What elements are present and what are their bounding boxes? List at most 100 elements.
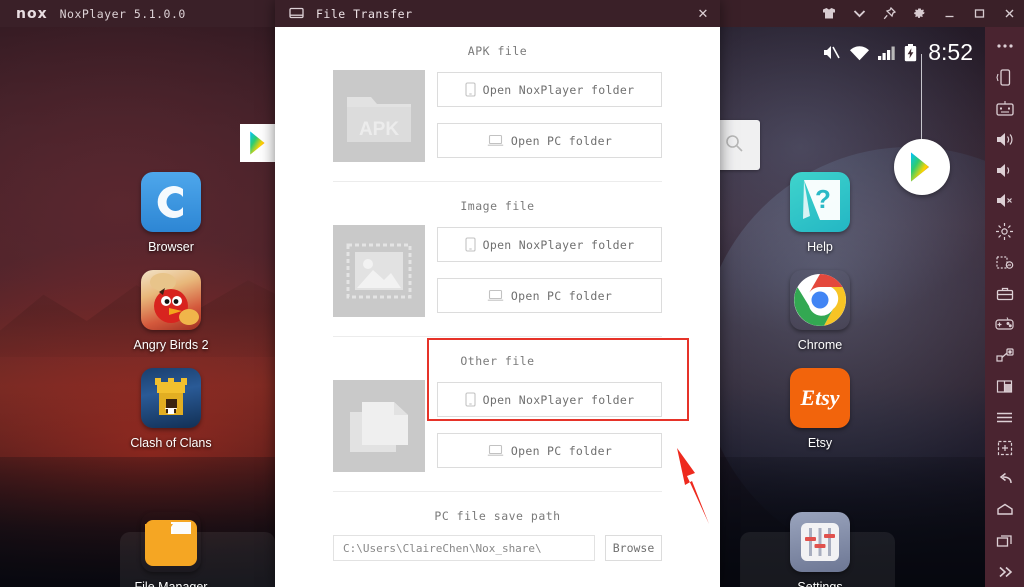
- recents-icon[interactable]: [985, 525, 1024, 556]
- play-store-icon: [911, 152, 929, 182]
- etsy-wordmark: Etsy: [800, 385, 840, 410]
- screen-root: 8:52 Browser Angry Birds 2 Clash of Clan…: [0, 0, 1024, 587]
- volume-mute-icon[interactable]: [985, 185, 1024, 216]
- laptop-icon: [487, 134, 504, 147]
- open-pc-folder-button-other[interactable]: Open PC folder: [437, 433, 662, 468]
- signal-icon: [878, 45, 896, 61]
- dialog-title-bar: File Transfer ✕: [275, 0, 720, 27]
- button-label: Open NoxPlayer folder: [482, 82, 635, 97]
- close-button[interactable]: [994, 0, 1024, 27]
- maximize-button[interactable]: [964, 0, 994, 27]
- app-label: Angry Birds 2: [133, 338, 209, 352]
- open-noxplayer-folder-button-image[interactable]: Open NoxPlayer folder: [437, 227, 662, 262]
- chevron-down-icon[interactable]: [844, 0, 874, 27]
- monitor-icon: [289, 7, 304, 20]
- section-image-file: Image file Open NoxPlayer folder Open PC…: [333, 182, 662, 337]
- more-dots-icon[interactable]: [985, 31, 1024, 62]
- svg-text:APK: APK: [359, 119, 399, 140]
- button-label: Open PC folder: [510, 133, 613, 148]
- nox-logo: nox: [16, 5, 48, 22]
- app-browser[interactable]: Browser: [116, 172, 226, 254]
- app-clash-of-clans[interactable]: Clash of Clans: [116, 368, 226, 450]
- app-file-manager[interactable]: File Manager: [116, 512, 226, 587]
- button-label: Open NoxPlayer folder: [482, 392, 635, 407]
- app-label: Chrome: [797, 338, 843, 352]
- dialog-body: APK file APK Open NoxPlayer folder Open …: [275, 27, 720, 587]
- minimize-button[interactable]: [934, 0, 964, 27]
- multi-instance-icon[interactable]: [985, 371, 1024, 402]
- add-apk-icon[interactable]: [985, 433, 1024, 464]
- browser-icon: [141, 172, 201, 232]
- chrome-icon: [790, 270, 850, 330]
- app-help[interactable]: ? Help: [765, 172, 875, 254]
- save-path-input[interactable]: [333, 535, 595, 561]
- back-icon[interactable]: [985, 463, 1024, 494]
- app-chrome[interactable]: Chrome: [765, 270, 875, 352]
- open-pc-folder-button-apk[interactable]: Open PC folder: [437, 123, 662, 158]
- app-etsy[interactable]: Etsy Etsy: [765, 368, 875, 450]
- expand-icon[interactable]: [985, 556, 1024, 587]
- gear-icon[interactable]: [904, 0, 934, 27]
- button-label: Open NoxPlayer folder: [482, 237, 635, 252]
- window-title: NoxPlayer 5.1.0.0: [59, 6, 186, 21]
- mute-icon: [822, 44, 841, 61]
- svg-text:?: ?: [815, 184, 831, 214]
- list-menu-icon[interactable]: [985, 402, 1024, 433]
- button-label: Open PC folder: [510, 288, 613, 303]
- app-label: Clash of Clans: [130, 436, 212, 450]
- file-manager-icon: [141, 512, 201, 572]
- pin-icon[interactable]: [874, 0, 904, 27]
- help-icon: ?: [790, 172, 850, 232]
- android-status-bar: 8:52: [822, 39, 973, 66]
- volume-up-icon[interactable]: [985, 124, 1024, 155]
- play-store-icon: [250, 131, 265, 155]
- keyboard-icon[interactable]: [985, 93, 1024, 124]
- app-settings[interactable]: Settings: [765, 512, 875, 587]
- app-angry-birds-2[interactable]: Angry Birds 2: [116, 270, 226, 352]
- gamepad-icon[interactable]: [985, 309, 1024, 340]
- image-file-thumb: [333, 225, 425, 317]
- open-noxplayer-folder-button-apk[interactable]: Open NoxPlayer folder: [437, 72, 662, 107]
- open-noxplayer-folder-button-other[interactable]: Open NoxPlayer folder: [437, 382, 662, 417]
- screen-record-icon[interactable]: [985, 247, 1024, 278]
- battery-charging-icon: [904, 43, 917, 62]
- angry-birds-icon: [141, 270, 201, 330]
- open-pc-folder-button-image[interactable]: Open PC folder: [437, 278, 662, 313]
- volume-down-icon[interactable]: [985, 155, 1024, 186]
- etsy-icon: Etsy: [790, 368, 850, 428]
- window-controls: [814, 0, 1024, 27]
- section-title: Image file: [460, 199, 535, 213]
- section-title: Other file: [460, 354, 535, 368]
- settings-icon: [790, 512, 850, 572]
- theme-shirt-icon[interactable]: [814, 0, 844, 27]
- other-file-thumb: [333, 380, 425, 472]
- file-transfer-dialog: File Transfer ✕ APK file APK Open NoxPla…: [275, 0, 720, 587]
- play-store-shortcut[interactable]: [894, 139, 950, 195]
- toolbox-icon[interactable]: [985, 278, 1024, 309]
- app-label: Settings: [797, 580, 843, 587]
- button-label: Open PC folder: [510, 443, 613, 458]
- app-label: Help: [807, 240, 833, 254]
- section-apk-file: APK file APK Open NoxPlayer folder Open …: [333, 27, 662, 182]
- phone-icon: [465, 82, 476, 97]
- play-store-shortcut-left[interactable]: [240, 124, 278, 162]
- dialog-close-button[interactable]: ✕: [686, 0, 720, 27]
- laptop-icon: [487, 289, 504, 302]
- play-store-hanger-line: [921, 54, 922, 146]
- app-label: Browser: [148, 240, 194, 254]
- browse-button[interactable]: Browse: [605, 535, 662, 561]
- macro-record-icon[interactable]: [985, 340, 1024, 371]
- nox-sidebar-toolbar[interactable]: [985, 27, 1024, 587]
- shake-effect-icon[interactable]: [985, 216, 1024, 247]
- section-save-path: PC file save path Browse: [333, 492, 662, 561]
- clock: 8:52: [928, 39, 973, 65]
- home-icon[interactable]: [985, 494, 1024, 525]
- app-label: Etsy: [807, 436, 833, 450]
- dialog-title: File Transfer: [316, 6, 413, 21]
- section-title: APK file: [467, 44, 528, 58]
- search-icon: [724, 133, 744, 158]
- phone-icon: [465, 237, 476, 252]
- apk-folder-thumb: APK: [333, 70, 425, 162]
- shake-phone-icon[interactable]: [985, 62, 1024, 93]
- clash-of-clans-icon: [141, 368, 201, 428]
